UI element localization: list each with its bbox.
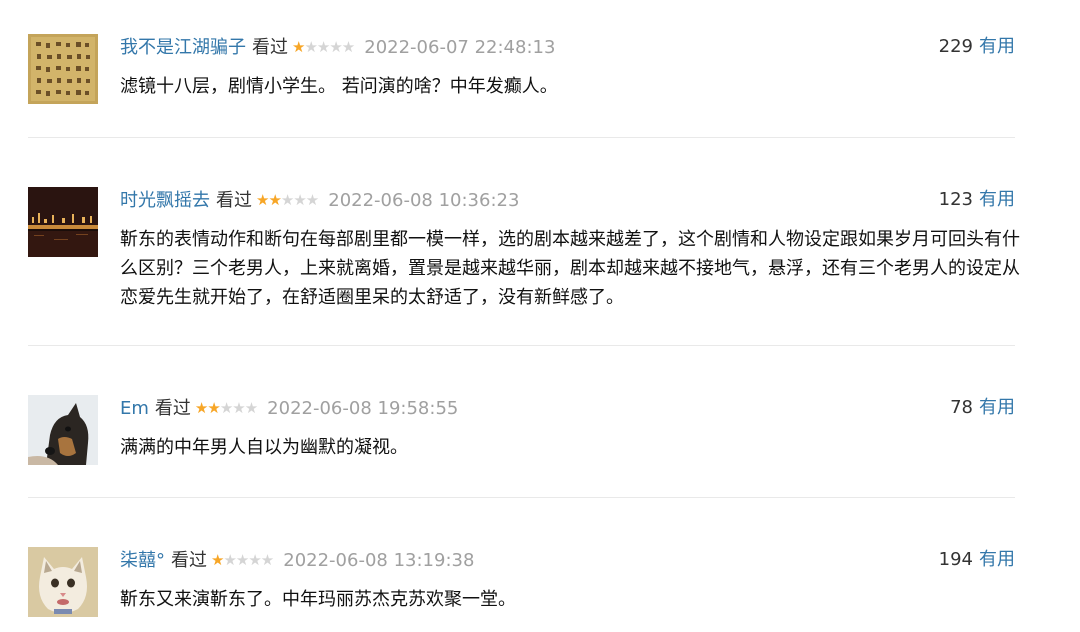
cat-avatar-icon[interactable]	[28, 547, 98, 617]
watched-label: 看过	[154, 398, 191, 419]
vote-area: 123 有用	[939, 187, 1015, 213]
useful-button[interactable]: 有用	[979, 397, 1015, 418]
divider	[28, 137, 1015, 138]
comment-date: 2022-06-08 13:19:38	[283, 550, 475, 571]
comment-date: 2022-06-07 22:48:13	[364, 37, 556, 58]
useful-button[interactable]: 有用	[979, 36, 1015, 57]
star-icon: ★★	[194, 399, 221, 417]
rating-stars: ★★★★★	[256, 187, 319, 213]
vote-count: 194	[938, 549, 973, 570]
comment-text: 靳东又来演靳东了。中年玛丽苏杰克苏欢聚一堂。	[120, 589, 516, 610]
star-icon: ★	[211, 551, 224, 569]
comment-meta: 时光飘摇去 看过 ★★★★★ 2022-06-08 10:36:23 123 有用	[120, 187, 1015, 213]
star-empty-icon: ★★★★	[223, 551, 274, 569]
rating-stars: ★★★★★	[292, 34, 355, 60]
vote-area: 229 有用	[939, 34, 1015, 60]
watched-label: 看过	[216, 190, 252, 211]
star-empty-icon: ★★★	[280, 191, 319, 209]
comment-body: 时光飘摇去 看过 ★★★★★ 2022-06-08 10:36:23 123 有用 靳东…	[120, 187, 1020, 312]
comment-body: Em 看过 ★★★★★ 2022-06-08 19:58:55 78 有用 满满的中年男…	[120, 395, 1015, 462]
calligraphy-avatar-icon[interactable]	[28, 34, 98, 104]
useful-button[interactable]: 有用	[979, 189, 1015, 210]
comment-meta: 柒囍° 看过 ★★★★★ 2022-06-08 13:19:38 194 有用	[120, 547, 1015, 573]
divider	[28, 497, 1015, 498]
watched-label: 看过	[171, 550, 207, 571]
star-empty-icon: ★★★	[219, 399, 258, 417]
comment-date: 2022-06-08 19:58:55	[267, 398, 459, 419]
username-link[interactable]: 我不是江湖骗子	[120, 37, 246, 58]
divider	[28, 345, 1015, 346]
rating-stars: ★★★★★	[194, 395, 258, 421]
comment-meta: 我不是江湖骗子 看过 ★★★★★ 2022-06-07 22:48:13 229 有用	[120, 34, 1015, 60]
star-empty-icon: ★★★★	[304, 38, 355, 56]
comment-date: 2022-06-08 10:36:23	[328, 190, 520, 211]
watched-label: 看过	[252, 37, 288, 58]
username-link[interactable]: Em	[120, 398, 149, 419]
comment-text: 满满的中年男人自以为幽默的凝视。	[120, 437, 408, 458]
comment-text: 靳东的表情动作和断句在每部剧里都一模一样，选的剧本越来越差了，这个剧情和人物设定…	[120, 229, 1020, 308]
username-link[interactable]: 柒囍°	[120, 550, 165, 571]
comment-body: 柒囍° 看过 ★★★★★ 2022-06-08 13:19:38 194 有用 靳东又来…	[120, 547, 1015, 614]
star-icon: ★	[292, 38, 305, 56]
night-city-avatar-icon[interactable]	[28, 187, 98, 257]
vote-count: 78	[950, 397, 973, 418]
vote-area: 78 有用	[950, 395, 1015, 421]
vote-area: 194 有用	[939, 547, 1015, 573]
comment-meta: Em 看过 ★★★★★ 2022-06-08 19:58:55 78 有用	[120, 395, 1015, 421]
comment-text: 滤镜十八层，剧情小学生。 若问演的啥？中年发癫人。	[120, 76, 558, 97]
vote-count: 229	[938, 36, 973, 57]
rating-stars: ★★★★★	[211, 547, 274, 573]
vote-count: 123	[938, 189, 973, 210]
star-icon: ★★	[256, 191, 282, 209]
dog-avatar-icon[interactable]	[28, 395, 98, 465]
useful-button[interactable]: 有用	[979, 549, 1015, 570]
comment-body: 我不是江湖骗子 看过 ★★★★★ 2022-06-07 22:48:13 229 有用 …	[120, 34, 1015, 101]
username-link[interactable]: 时光飘摇去	[120, 190, 210, 211]
